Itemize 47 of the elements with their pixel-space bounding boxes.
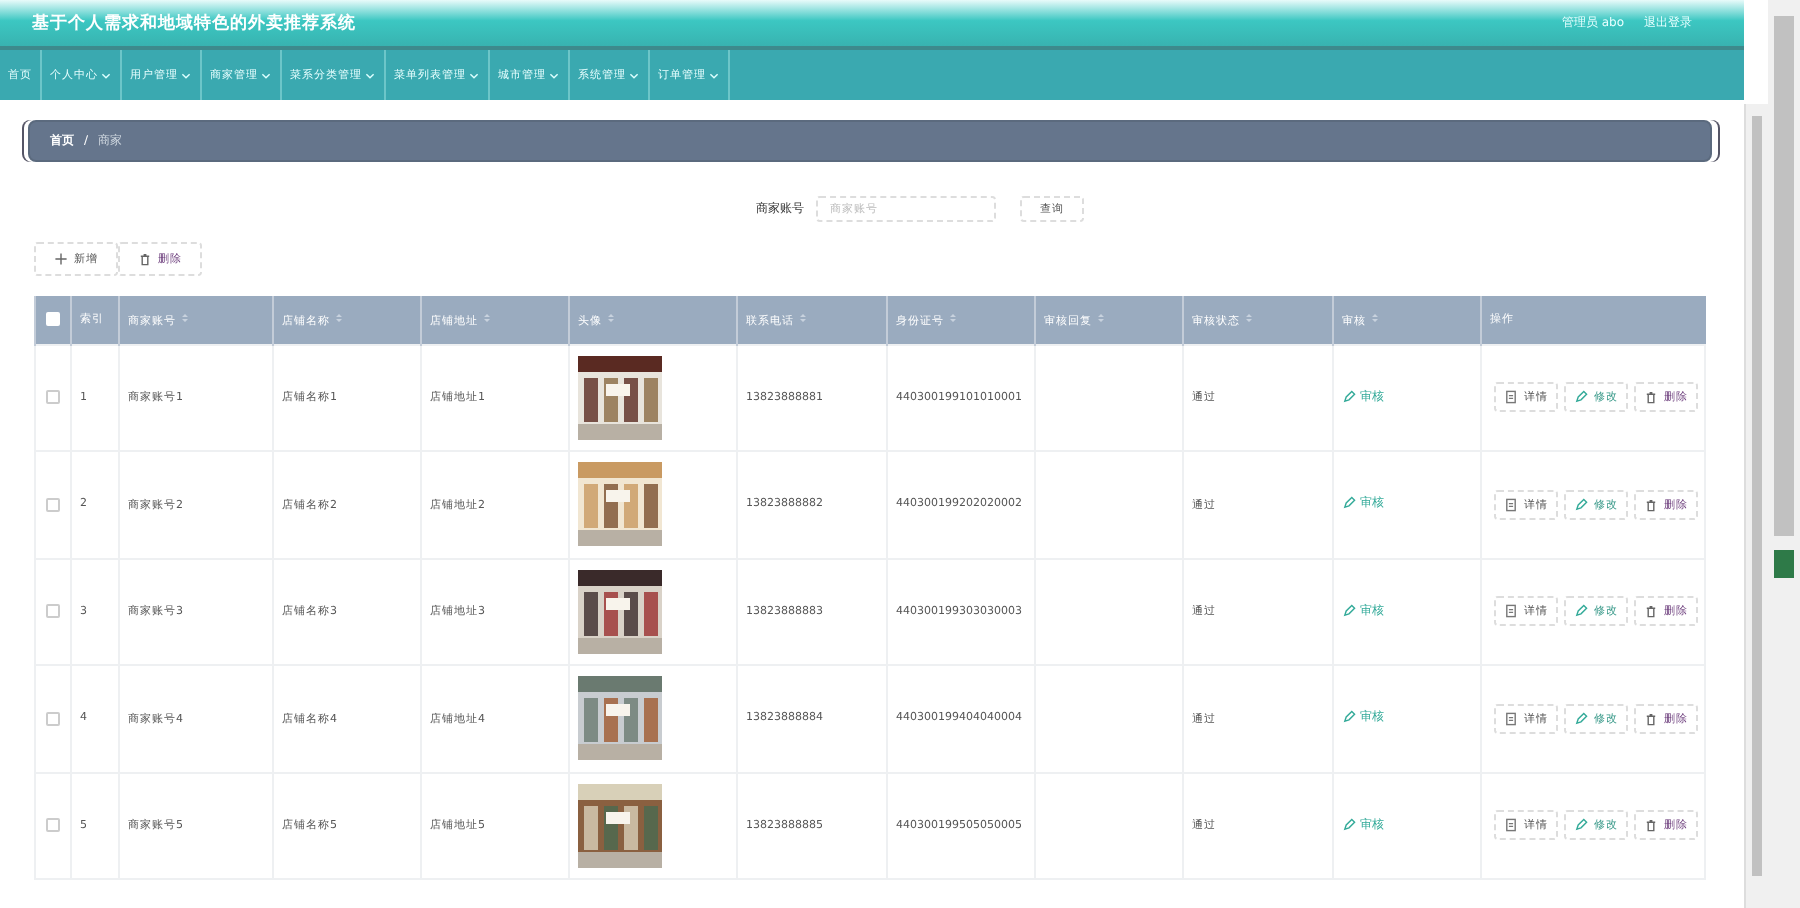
pencil-icon: [1574, 818, 1588, 833]
sort-icon: [1096, 311, 1106, 324]
sort-icon: [606, 311, 616, 324]
chevron-down-icon: [260, 69, 272, 81]
checkbox[interactable]: [46, 818, 60, 833]
trash-icon: [1644, 711, 1658, 726]
document-icon: [1504, 497, 1518, 512]
chevron-down-icon: [364, 69, 376, 81]
pencil-icon: [1574, 497, 1588, 512]
pencil-icon: [1574, 711, 1588, 726]
checkbox[interactable]: [46, 711, 60, 726]
checkbox[interactable]: [46, 390, 60, 405]
pencil-icon: [1342, 389, 1356, 404]
trash-icon: [1644, 497, 1658, 512]
sort-icon: [180, 311, 190, 324]
document-icon: [1504, 711, 1518, 726]
pencil-icon: [1574, 604, 1588, 619]
sort-icon: [334, 311, 344, 324]
sort-icon: [482, 311, 492, 324]
pencil-icon: [1342, 603, 1356, 618]
system-title: 基于个人需求和地域特色的外卖推荐系统: [32, 11, 356, 35]
sort-icon: [1244, 311, 1254, 324]
document-icon: [1504, 604, 1518, 619]
chevron-down-icon: [180, 69, 192, 81]
chevron-down-icon: [708, 69, 720, 81]
pencil-icon: [1342, 496, 1356, 511]
pencil-icon: [1574, 390, 1588, 405]
sort-icon: [1370, 311, 1380, 324]
document-icon: [1504, 818, 1518, 833]
trash-icon: [1644, 390, 1658, 405]
checkbox[interactable]: [46, 604, 60, 619]
chevron-down-icon: [100, 69, 112, 81]
checkbox[interactable]: [46, 497, 60, 512]
chevron-down-icon: [548, 69, 560, 81]
trash-icon: [1644, 818, 1658, 833]
chevron-down-icon: [628, 69, 640, 81]
sort-icon: [948, 311, 958, 324]
trash-icon: [138, 252, 152, 266]
scrollbar[interactable]: [1768, 0, 1800, 908]
trash-icon: [1644, 604, 1658, 619]
sort-icon: [798, 311, 808, 324]
pencil-icon: [1342, 710, 1356, 725]
document-icon: [1504, 390, 1518, 405]
pencil-icon: [1342, 817, 1356, 832]
scrollbar[interactable]: [1744, 104, 1768, 908]
chevron-down-icon: [468, 69, 480, 81]
plus-icon: [54, 252, 68, 266]
